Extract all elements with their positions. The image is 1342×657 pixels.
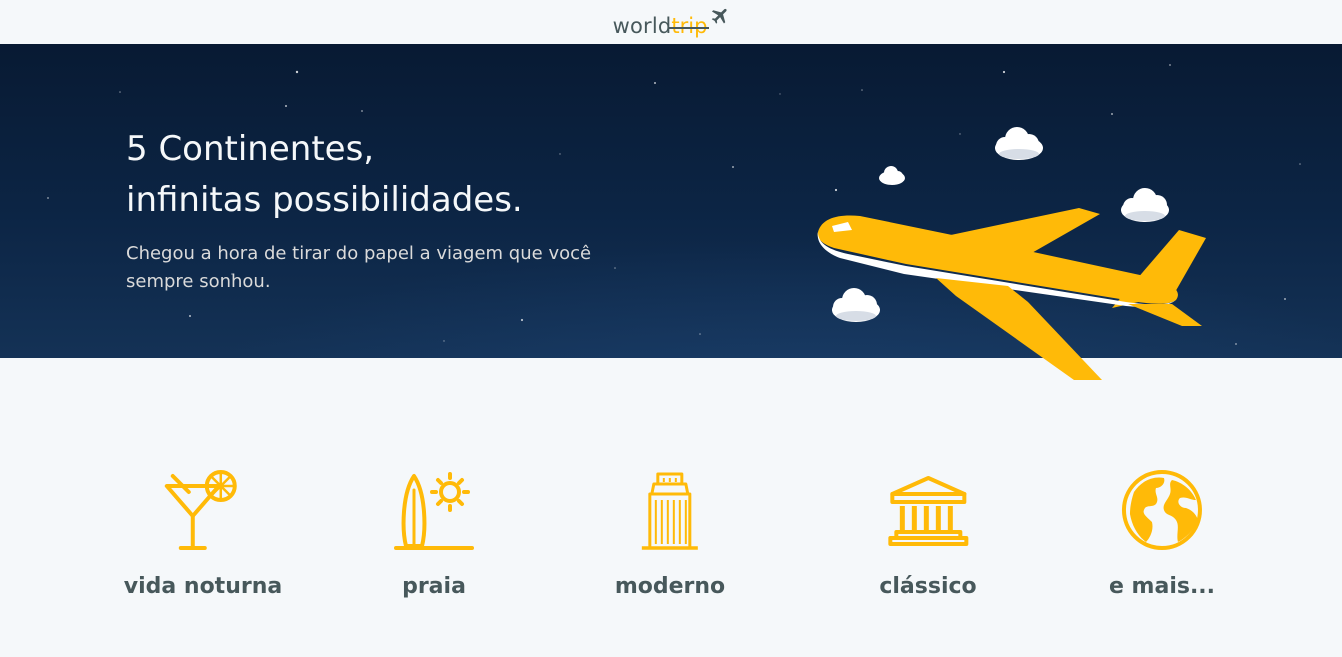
- travel-categories: vida noturna praia moderno clássico e ma…: [0, 468, 1342, 608]
- logo-world-text: world: [612, 14, 672, 38]
- site-header: world trip: [0, 0, 1342, 44]
- hero-banner: 5 Continentes, infinitas possibilidades.…: [0, 44, 1342, 380]
- airplane-icon: [712, 8, 728, 24]
- category-label: moderno: [614, 574, 726, 599]
- earth-icon: [1122, 470, 1202, 550]
- category-moderno[interactable]: moderno: [615, 468, 725, 599]
- category-label: praia: [402, 574, 466, 599]
- category-e-mais[interactable]: e mais...: [1109, 468, 1215, 599]
- worldtrip-logo[interactable]: world trip: [613, 6, 730, 38]
- hero-title: 5 Continentes, infinitas possibilidades.: [126, 124, 523, 226]
- category-label: clássico: [879, 574, 977, 599]
- airplane-illustration: [817, 127, 1206, 380]
- museum-icon: [887, 476, 968, 546]
- hero-title-line2: infinitas possibilidades.: [126, 180, 523, 220]
- logo-trip-text: trip: [669, 14, 710, 38]
- cocktail-icon: [164, 470, 237, 550]
- category-praia[interactable]: praia: [392, 468, 476, 599]
- building-icon: [642, 472, 698, 550]
- category-label: vida noturna: [123, 574, 283, 599]
- category-label: e mais...: [1108, 574, 1216, 599]
- hero-title-line1: 5 Continentes,: [126, 129, 375, 169]
- surf-icon: [394, 472, 474, 550]
- category-classico[interactable]: clássico: [879, 468, 977, 599]
- hero-subtitle: Chegou a hora de tirar do papel a viagem…: [126, 243, 592, 292]
- category-vida-noturna[interactable]: vida noturna: [124, 468, 282, 599]
